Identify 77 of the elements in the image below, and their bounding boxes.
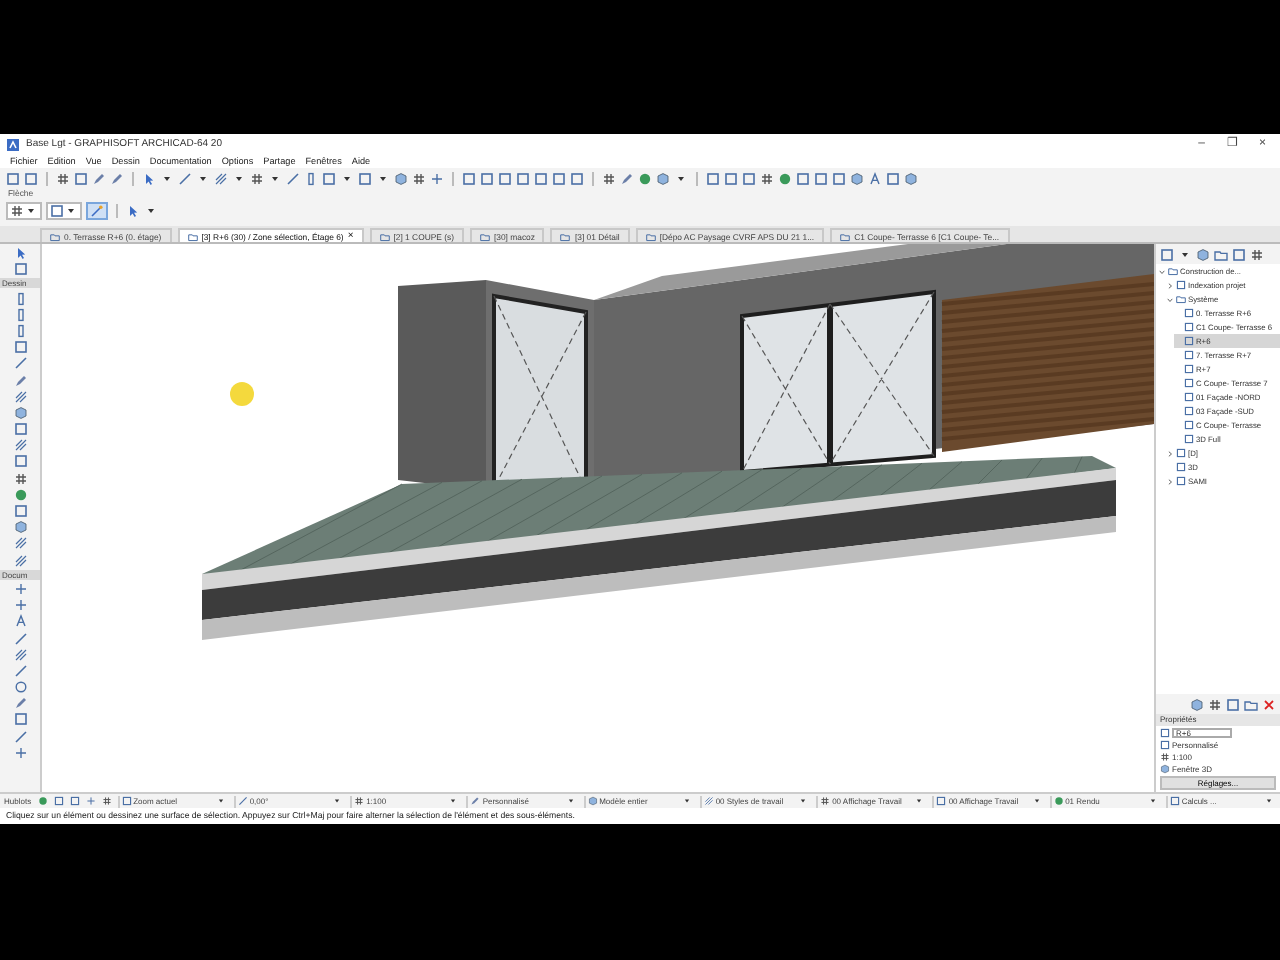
selection-dropdown[interactable] xyxy=(46,201,82,219)
grid-icon[interactable] xyxy=(412,171,426,185)
line-tool-icon xyxy=(237,796,248,806)
cube-icon[interactable] xyxy=(13,405,27,420)
grid-icon[interactable] xyxy=(101,796,112,806)
tool-icon xyxy=(1169,796,1180,806)
pointer-icon[interactable] xyxy=(142,171,156,185)
fill-tool-icon[interactable] xyxy=(13,438,27,453)
line-tool-icon[interactable] xyxy=(13,729,27,744)
folder-icon xyxy=(479,231,490,241)
folder-icon xyxy=(1168,266,1178,276)
folder-icon[interactable] xyxy=(1244,697,1258,711)
tool-icon[interactable] xyxy=(13,712,27,727)
line-tool-icon[interactable] xyxy=(13,356,27,371)
tool-icon[interactable] xyxy=(886,171,900,185)
folder-icon xyxy=(50,231,60,241)
folder-icon xyxy=(379,231,390,241)
chevron-icon[interactable] xyxy=(1166,477,1174,485)
folder-icon xyxy=(1176,294,1186,304)
wand-icon xyxy=(90,203,104,217)
crosshair-icon[interactable] xyxy=(13,581,27,596)
fill-tool-icon[interactable] xyxy=(214,171,228,185)
fill-tool-icon[interactable] xyxy=(13,553,27,568)
magic-wand-button[interactable] xyxy=(86,201,108,219)
circle-tool-icon[interactable] xyxy=(13,680,27,695)
line-tool-icon[interactable] xyxy=(13,663,27,678)
tool-icon xyxy=(936,796,947,806)
pencil-icon[interactable] xyxy=(13,373,27,387)
wall-tool-icon[interactable] xyxy=(304,171,318,185)
fill-tool-icon[interactable] xyxy=(13,389,27,404)
tool-icon[interactable] xyxy=(13,422,27,437)
pointer-icon[interactable] xyxy=(126,203,140,217)
folder-icon xyxy=(840,231,851,241)
line-tool-icon[interactable] xyxy=(286,171,300,185)
pointer-icon[interactable] xyxy=(13,246,27,260)
folder-icon xyxy=(187,231,198,241)
grid-icon[interactable] xyxy=(250,171,264,185)
cursor-highlight-icon xyxy=(230,382,254,406)
layer-dropdown[interactable] xyxy=(6,201,42,219)
crosshair-icon[interactable] xyxy=(430,171,444,185)
crosshair-icon[interactable] xyxy=(13,745,27,760)
delete-icon[interactable] xyxy=(1262,697,1276,711)
pencil-icon[interactable] xyxy=(13,696,27,711)
fill-tool-icon xyxy=(703,796,714,806)
tool-icon[interactable] xyxy=(1232,247,1246,261)
tool-icon[interactable] xyxy=(13,340,27,355)
line-tool-icon[interactable] xyxy=(178,171,192,185)
fill-tool-icon[interactable] xyxy=(13,647,27,662)
tool-icon xyxy=(121,796,132,806)
grid-icon xyxy=(10,203,24,217)
grid-icon[interactable] xyxy=(602,171,616,185)
tool-icon[interactable] xyxy=(13,504,27,518)
grid-icon xyxy=(1160,751,1170,761)
tool-icon xyxy=(50,203,64,217)
grid-icon[interactable] xyxy=(13,471,27,486)
crosshair-icon[interactable] xyxy=(85,796,96,806)
tool-icon[interactable] xyxy=(13,454,27,469)
crosshair-icon[interactable] xyxy=(13,598,27,613)
fill-tool-icon[interactable] xyxy=(13,536,27,551)
folder-icon xyxy=(645,231,656,241)
grid-icon[interactable] xyxy=(1208,697,1222,711)
tool-icon xyxy=(1176,280,1186,290)
line-tool-icon[interactable] xyxy=(13,631,27,645)
tool-icon[interactable] xyxy=(1226,697,1240,711)
tool-icon[interactable] xyxy=(74,171,88,185)
grid-icon xyxy=(820,796,831,806)
folder-icon[interactable] xyxy=(1214,247,1228,261)
text-tool-icon[interactable] xyxy=(868,171,882,185)
cube-icon[interactable] xyxy=(13,520,27,535)
folder-icon xyxy=(560,231,571,241)
grid-icon[interactable] xyxy=(1250,247,1264,261)
grid-icon xyxy=(354,796,365,806)
text-tool-icon[interactable] xyxy=(13,614,27,629)
grid-icon[interactable] xyxy=(56,171,70,185)
tool-icon[interactable] xyxy=(13,262,27,277)
chevron-icon[interactable] xyxy=(1166,449,1174,457)
grid-icon[interactable] xyxy=(760,171,774,185)
